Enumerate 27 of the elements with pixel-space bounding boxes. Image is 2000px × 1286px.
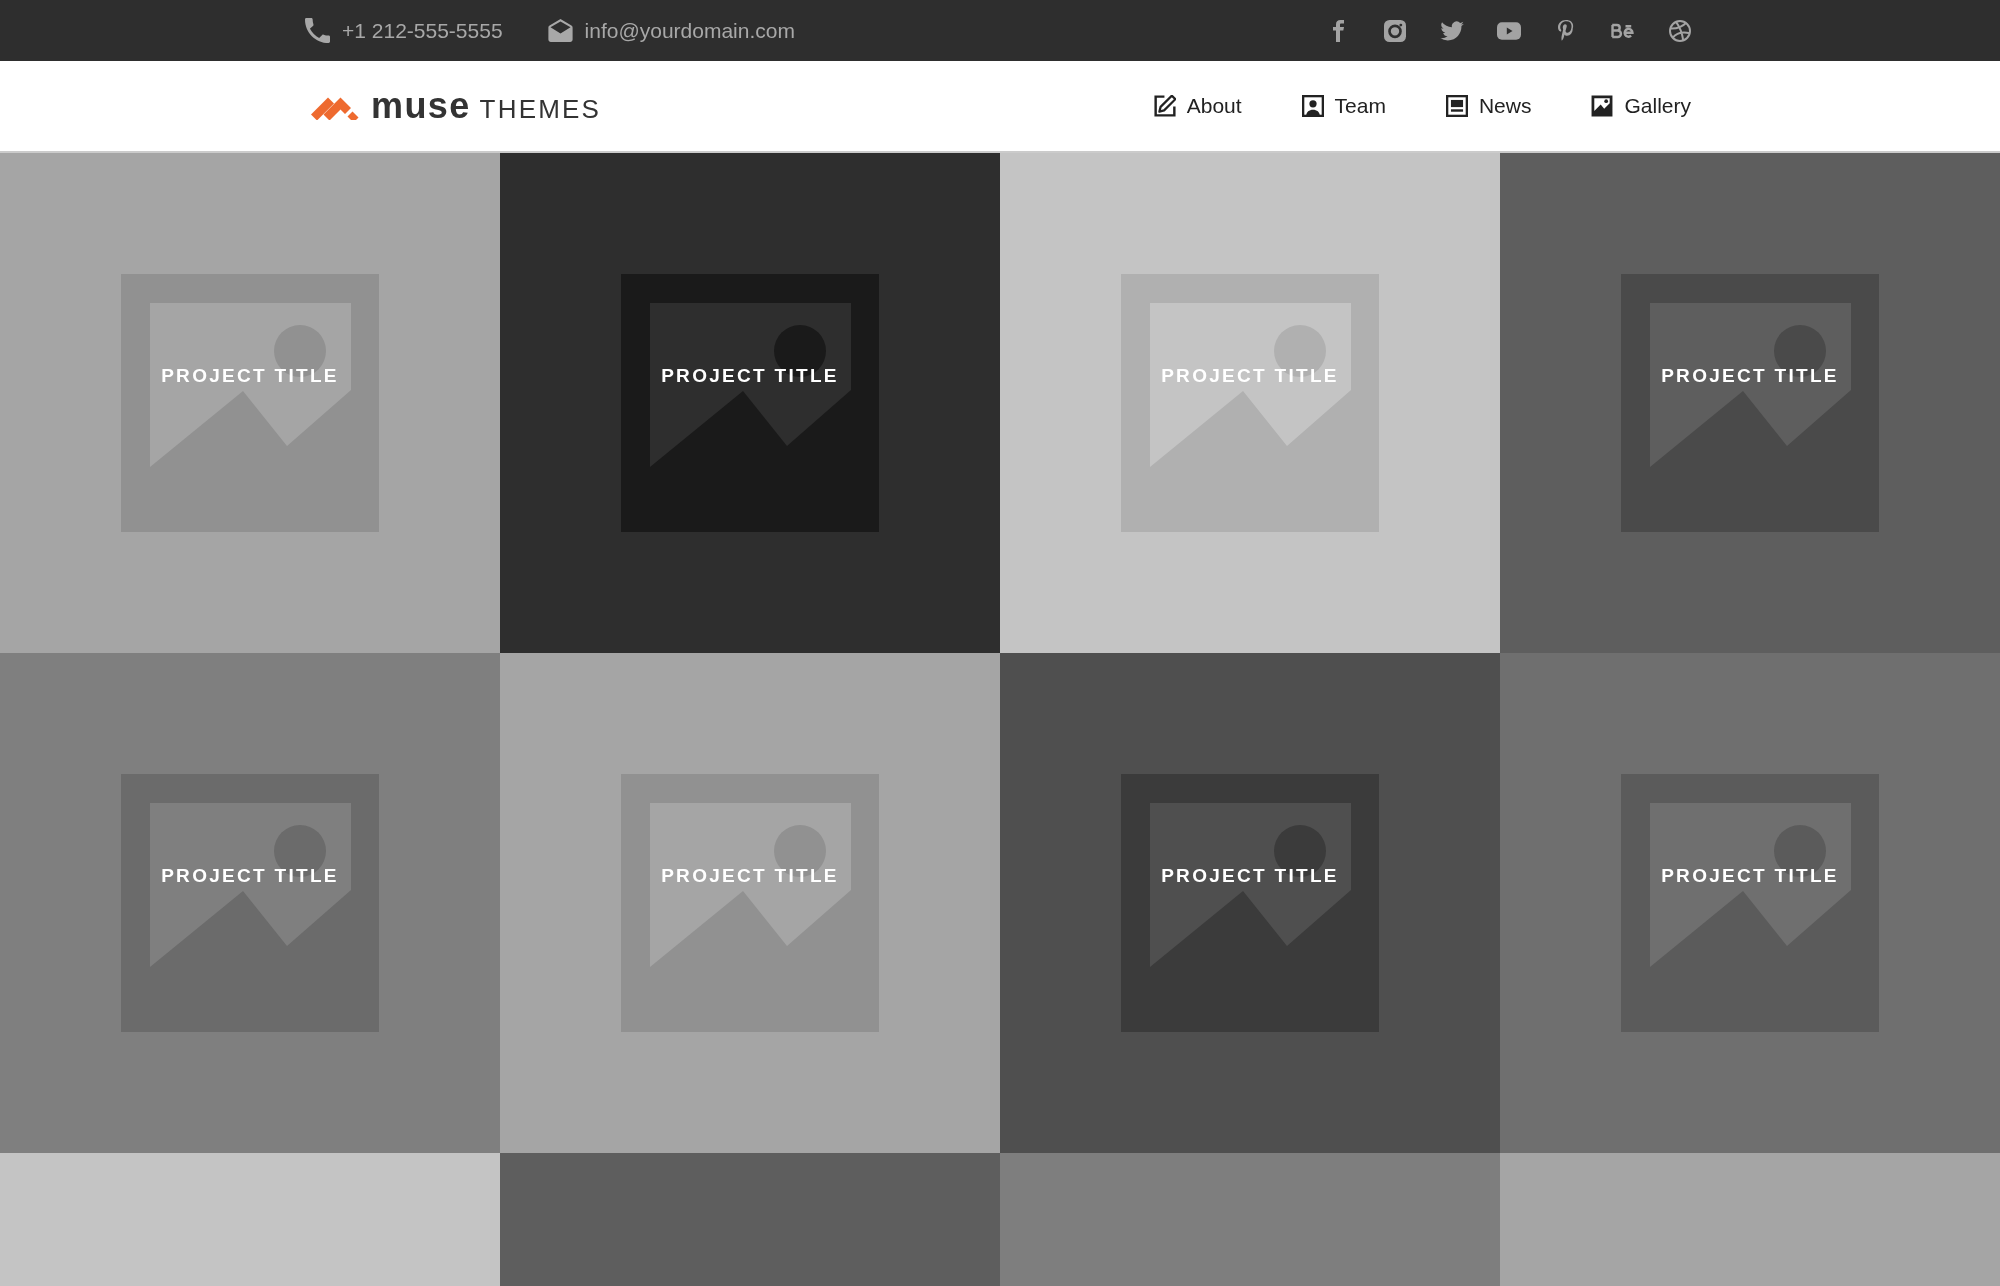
project-title: PROJECT TITLE xyxy=(161,865,339,887)
project-title: PROJECT TITLE xyxy=(661,865,839,887)
portrait-icon xyxy=(1301,95,1324,117)
project-title: PROJECT TITLE xyxy=(661,365,839,387)
phone-link[interactable]: +1 212-555-5555 xyxy=(305,18,503,43)
project-title: PROJECT TITLE xyxy=(1161,865,1339,887)
email-link[interactable]: info@yourdomain.com xyxy=(547,18,795,43)
pinterest-icon[interactable] xyxy=(1557,19,1575,42)
twitter-icon[interactable] xyxy=(1440,19,1464,42)
facebook-icon[interactable] xyxy=(1331,19,1345,42)
project-title: PROJECT TITLE xyxy=(1661,365,1839,387)
project-title: PROJECT TITLE xyxy=(1661,865,1839,887)
newspaper-icon xyxy=(1445,95,1468,117)
youtube-icon[interactable] xyxy=(1497,19,1521,42)
nav-link[interactable]: About xyxy=(1153,94,1242,118)
phone-icon xyxy=(305,18,330,43)
edit-icon xyxy=(1153,95,1176,117)
project-title: PROJECT TITLE xyxy=(1161,365,1339,387)
nav-link[interactable]: Gallery xyxy=(1591,94,1691,118)
project-title: PROJECT TITLE xyxy=(161,365,339,387)
nav-link[interactable]: News xyxy=(1445,94,1532,118)
envelope-icon xyxy=(547,19,573,42)
image-icon xyxy=(1591,95,1614,117)
logo[interactable]: muse THEMES xyxy=(311,85,602,127)
nav-link[interactable]: Team xyxy=(1301,94,1386,118)
dribbble-icon[interactable] xyxy=(1669,19,1691,42)
instagram-icon[interactable] xyxy=(1384,19,1406,42)
